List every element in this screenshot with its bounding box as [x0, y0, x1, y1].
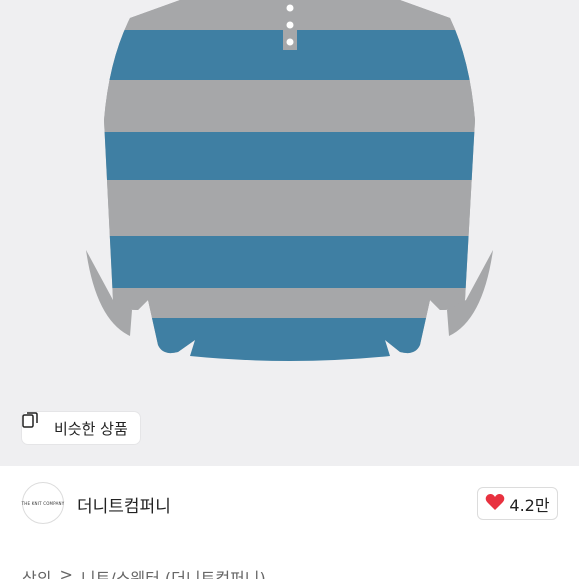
heart-icon — [485, 493, 505, 515]
breadcrumb-sub[interactable]: 니트/스웨터 (더니트컴퍼니) — [81, 565, 266, 579]
breadcrumb-root[interactable]: 상의 — [22, 565, 51, 579]
striped-sweater-image — [86, 0, 493, 361]
breadcrumb: 상의 > 니트/스웨터 (더니트컴퍼니) — [22, 565, 266, 579]
like-button[interactable]: 4.2만 — [477, 487, 558, 520]
like-count: 4.2만 — [509, 495, 550, 515]
similar-items-button[interactable]: 비슷한 상품 — [22, 412, 140, 444]
seller-name[interactable]: 더니트컴퍼니 — [77, 492, 171, 517]
breadcrumb-separator: > — [59, 565, 73, 579]
similar-items-label: 비슷한 상품 — [54, 419, 128, 438]
seller-logo[interactable]: THE KNIT COMPANY — [22, 482, 64, 524]
similar-items-icon — [22, 412, 48, 436]
seller-logo-text: THE KNIT COMPANY — [21, 500, 65, 506]
product-image[interactable]: 비슷한 상품 — [0, 0, 579, 466]
